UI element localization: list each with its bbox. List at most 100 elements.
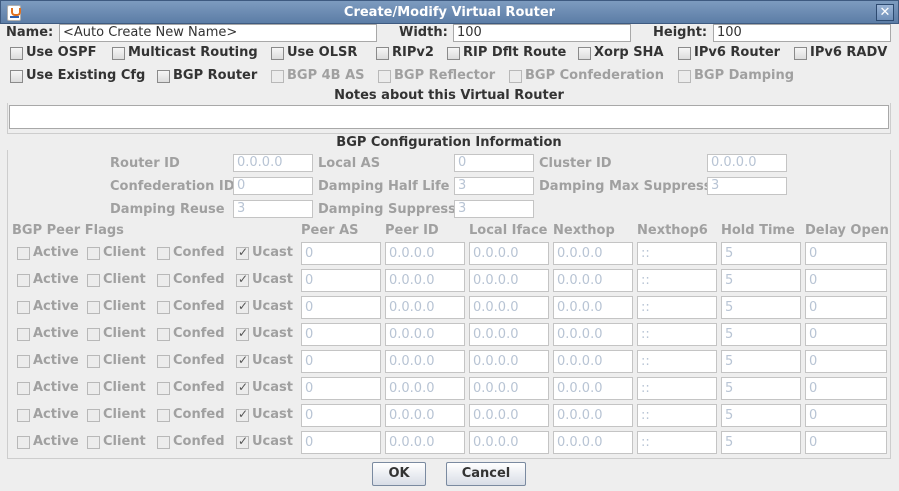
peer-peer-as-input[interactable]: 0 [301, 242, 381, 265]
peer-nexthop6-input[interactable]: :: [637, 350, 717, 373]
peer-delay-open-input[interactable]: 0 [805, 269, 887, 292]
peer-delay-open-input[interactable]: 0 [805, 323, 887, 346]
peer-peer-id-input[interactable]: 0.0.0.0 [385, 269, 465, 292]
active-flag-checkbox[interactable] [17, 247, 30, 260]
peer-nexthop-input[interactable]: 0.0.0.0 [553, 404, 633, 427]
peer-nexthop-input[interactable]: 0.0.0.0 [553, 350, 633, 373]
damp-half-life-input[interactable]: 3 [454, 177, 534, 195]
ucast-flag-checkbox[interactable] [236, 407, 249, 422]
active-flag-checkbox[interactable] [17, 355, 30, 368]
client-flag-checkbox[interactable] [87, 409, 100, 422]
confed-flag-checkbox[interactable] [157, 247, 170, 260]
close-button[interactable]: ✕ [876, 4, 894, 21]
peer-local-iface-input[interactable]: 0.0.0.0 [469, 323, 549, 346]
width-input[interactable]: 100 [453, 24, 631, 42]
peer-nexthop6-input[interactable]: :: [637, 377, 717, 400]
peer-local-iface-input[interactable]: 0.0.0.0 [469, 404, 549, 427]
peer-nexthop-input[interactable]: 0.0.0.0 [553, 377, 633, 400]
peer-peer-as-input[interactable]: 0 [301, 269, 381, 292]
client-flag-checkbox[interactable] [87, 355, 100, 368]
ucast-flag-checkbox[interactable] [236, 299, 249, 314]
peer-local-iface-input[interactable]: 0.0.0.0 [469, 269, 549, 292]
client-flag-checkbox[interactable] [87, 436, 100, 449]
confed-id-input[interactable]: 0 [233, 177, 313, 195]
peer-delay-open-input[interactable]: 0 [805, 431, 887, 454]
cancel-button[interactable]: Cancel [446, 462, 526, 486]
client-flag-checkbox[interactable] [87, 301, 100, 314]
damp-max-suppress-input[interactable]: 3 [707, 177, 787, 195]
peer-hold-time-input[interactable]: 5 [721, 296, 801, 319]
peer-nexthop-input[interactable]: 0.0.0.0 [553, 323, 633, 346]
peer-nexthop6-input[interactable]: :: [637, 404, 717, 427]
ok-button[interactable]: OK [372, 462, 426, 486]
bgp-router-checkbox[interactable] [157, 70, 170, 83]
cluster-id-input[interactable]: 0.0.0.0 [707, 154, 787, 172]
ipv6-radv-checkbox[interactable] [794, 47, 807, 60]
peer-hold-time-input[interactable]: 5 [721, 323, 801, 346]
active-flag-checkbox[interactable] [17, 436, 30, 449]
rip-dflt-route-checkbox[interactable] [447, 47, 460, 60]
peer-delay-open-input[interactable]: 0 [805, 377, 887, 400]
peer-local-iface-input[interactable]: 0.0.0.0 [469, 296, 549, 319]
peer-peer-id-input[interactable]: 0.0.0.0 [385, 296, 465, 319]
active-flag-checkbox[interactable] [17, 328, 30, 341]
peer-nexthop-input[interactable]: 0.0.0.0 [553, 431, 633, 454]
peer-local-iface-input[interactable]: 0.0.0.0 [469, 431, 549, 454]
ucast-flag-checkbox[interactable] [236, 245, 249, 260]
peer-peer-id-input[interactable]: 0.0.0.0 [385, 377, 465, 400]
peer-nexthop6-input[interactable]: :: [637, 242, 717, 265]
confed-flag-checkbox[interactable] [157, 355, 170, 368]
peer-nexthop6-input[interactable]: :: [637, 269, 717, 292]
peer-peer-as-input[interactable]: 0 [301, 377, 381, 400]
router-id-input[interactable]: 0.0.0.0 [233, 154, 313, 172]
active-flag-checkbox[interactable] [17, 301, 30, 314]
peer-peer-id-input[interactable]: 0.0.0.0 [385, 323, 465, 346]
ucast-flag-checkbox[interactable] [236, 380, 249, 395]
peer-hold-time-input[interactable]: 5 [721, 404, 801, 427]
peer-nexthop-input[interactable]: 0.0.0.0 [553, 296, 633, 319]
confed-flag-checkbox[interactable] [157, 328, 170, 341]
name-input[interactable]: <Auto Create New Name> [59, 24, 377, 42]
confed-flag-checkbox[interactable] [157, 409, 170, 422]
peer-nexthop-input[interactable]: 0.0.0.0 [553, 269, 633, 292]
bgp-damping-checkbox[interactable] [678, 70, 691, 83]
peer-hold-time-input[interactable]: 5 [721, 269, 801, 292]
peer-peer-as-input[interactable]: 0 [301, 404, 381, 427]
confed-flag-checkbox[interactable] [157, 436, 170, 449]
bgp-4b-as-checkbox[interactable] [271, 70, 284, 83]
peer-peer-as-input[interactable]: 0 [301, 323, 381, 346]
peer-peer-as-input[interactable]: 0 [301, 296, 381, 319]
ucast-flag-checkbox[interactable] [236, 326, 249, 341]
use-olsr-checkbox[interactable] [271, 47, 284, 60]
peer-hold-time-input[interactable]: 5 [721, 377, 801, 400]
peer-nexthop-input[interactable]: 0.0.0.0 [553, 242, 633, 265]
client-flag-checkbox[interactable] [87, 274, 100, 287]
peer-local-iface-input[interactable]: 0.0.0.0 [469, 242, 549, 265]
ucast-flag-checkbox[interactable] [236, 272, 249, 287]
damp-suppress-input[interactable]: 3 [454, 200, 534, 218]
peer-local-iface-input[interactable]: 0.0.0.0 [469, 377, 549, 400]
client-flag-checkbox[interactable] [87, 247, 100, 260]
peer-peer-as-input[interactable]: 0 [301, 431, 381, 454]
ucast-flag-checkbox[interactable] [236, 434, 249, 449]
active-flag-checkbox[interactable] [17, 382, 30, 395]
peer-delay-open-input[interactable]: 0 [805, 296, 887, 319]
peer-hold-time-input[interactable]: 5 [721, 431, 801, 454]
peer-delay-open-input[interactable]: 0 [805, 404, 887, 427]
xorp-sha-checkbox[interactable] [578, 47, 591, 60]
peer-nexthop6-input[interactable]: :: [637, 323, 717, 346]
peer-peer-id-input[interactable]: 0.0.0.0 [385, 350, 465, 373]
peer-peer-as-input[interactable]: 0 [301, 350, 381, 373]
peer-peer-id-input[interactable]: 0.0.0.0 [385, 431, 465, 454]
confed-flag-checkbox[interactable] [157, 274, 170, 287]
peer-delay-open-input[interactable]: 0 [805, 242, 887, 265]
notes-textarea[interactable] [9, 105, 889, 129]
peer-peer-id-input[interactable]: 0.0.0.0 [385, 242, 465, 265]
bgp-reflector-checkbox[interactable] [378, 70, 391, 83]
use-existing-cfg-checkbox[interactable] [10, 70, 23, 83]
bgp-confederation-checkbox[interactable] [509, 70, 522, 83]
multicast-routing-checkbox[interactable] [112, 47, 125, 60]
confed-flag-checkbox[interactable] [157, 301, 170, 314]
active-flag-checkbox[interactable] [17, 409, 30, 422]
peer-hold-time-input[interactable]: 5 [721, 350, 801, 373]
